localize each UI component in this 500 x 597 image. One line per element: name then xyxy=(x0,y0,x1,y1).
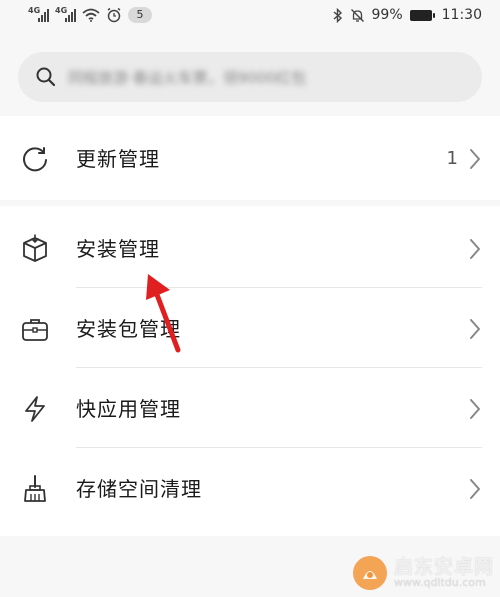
mute-bell-icon xyxy=(350,8,364,22)
clock-time: 11:30 xyxy=(441,7,482,23)
menu-item-package-management[interactable]: 安装包管理 xyxy=(0,288,500,368)
battery-icon xyxy=(409,9,435,21)
network-type-label-2: 4G xyxy=(55,6,68,15)
lightning-icon xyxy=(25,396,45,422)
status-left: 4G 4G 5 xyxy=(28,6,152,23)
search-icon xyxy=(36,67,56,87)
menu-item-label: 安装管理 xyxy=(76,237,160,261)
update-card: 更新管理 1 xyxy=(0,116,500,200)
box-icon xyxy=(23,234,47,262)
bluetooth-icon xyxy=(333,7,342,23)
wifi-icon xyxy=(82,8,100,22)
watermark-url: www.qdltdu.com xyxy=(393,576,486,590)
status-bar: 4G 4G 5 99% 11:30 xyxy=(0,0,500,36)
menu-item-label: 安装包管理 xyxy=(76,317,181,341)
watermark-title: 启东安卓网 xyxy=(393,555,494,578)
search-input[interactable] xyxy=(66,62,410,94)
network-type-label: 4G xyxy=(28,6,41,15)
watermark-text: 启东安卓网 www.qdltdu.com xyxy=(393,555,494,590)
menu-item-label: 更新管理 xyxy=(76,147,160,171)
management-card: 安装管理 安装包管理 快应用管理 存储空间清理 xyxy=(0,206,500,536)
menu-item-label: 存储空间清理 xyxy=(76,477,202,501)
chevron-right-icon xyxy=(470,239,480,259)
alarm-clock-icon xyxy=(107,7,121,23)
menu-item-update-management[interactable]: 更新管理 1 xyxy=(0,118,500,198)
refresh-icon xyxy=(23,147,47,172)
search-bar[interactable] xyxy=(18,52,482,102)
chevron-right-icon xyxy=(470,479,480,499)
chevron-right-icon xyxy=(470,399,480,419)
status-right: 99% 11:30 xyxy=(333,7,482,23)
menu-item-storage-cleanup[interactable]: 存储空间清理 xyxy=(0,448,500,528)
watermark-logo-icon xyxy=(352,556,387,590)
chevron-right-icon xyxy=(470,149,480,169)
briefcase-icon xyxy=(22,319,48,341)
watermark: 启东安卓网 www.qdltdu.com xyxy=(352,555,494,591)
broom-icon xyxy=(24,475,46,502)
battery-percent: 99% xyxy=(371,7,403,23)
chevron-right-icon xyxy=(470,319,480,339)
notification-count-badge: 5 xyxy=(128,7,152,23)
menu-item-quick-app-management[interactable]: 快应用管理 xyxy=(0,368,500,448)
menu-item-install-management[interactable]: 安装管理 xyxy=(0,208,500,288)
menu-item-label: 快应用管理 xyxy=(76,397,181,421)
signal-strength-icon-2: 4G xyxy=(55,6,76,22)
update-count: 1 xyxy=(446,148,458,169)
app-manager-screen: 4G 4G 5 99% 11:30 同程旅游·春运火车票，领9000红包 更新管… xyxy=(0,0,500,597)
signal-strength-icon: 4G xyxy=(28,6,49,22)
